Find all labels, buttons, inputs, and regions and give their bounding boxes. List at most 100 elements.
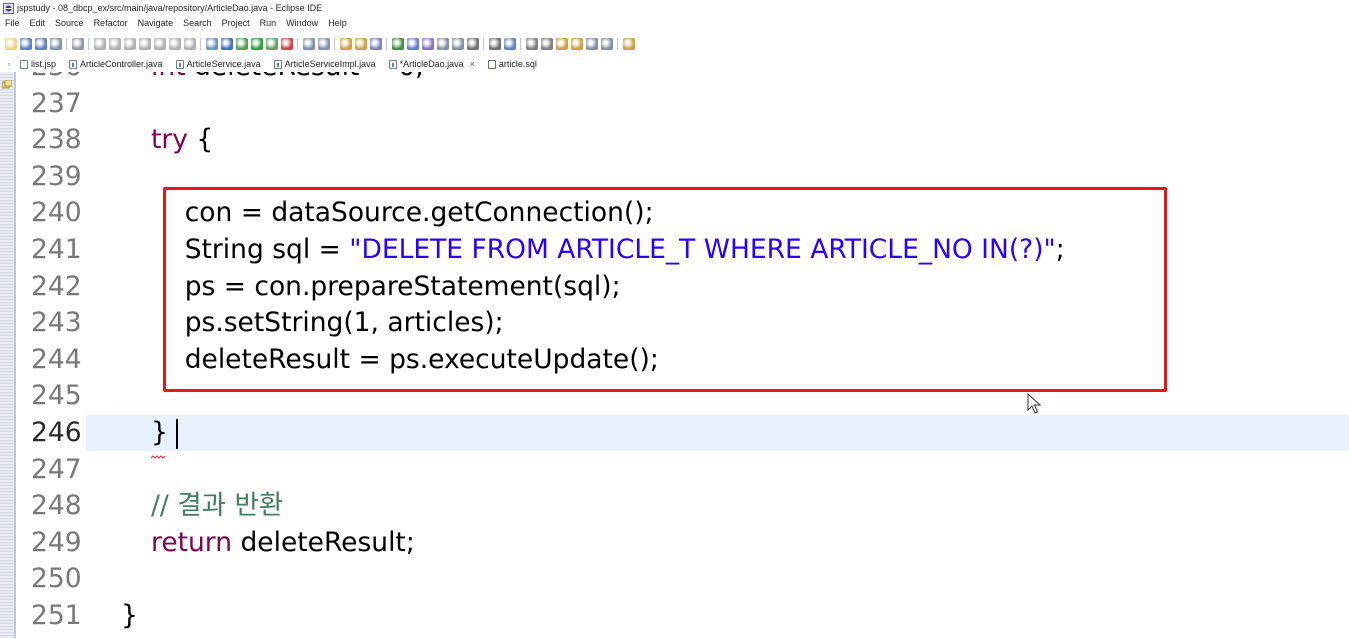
overview-ruler[interactable] (0, 72, 14, 638)
line-number: 249 (31, 526, 82, 558)
highlight-box (163, 187, 1167, 392)
code-line[interactable]: 250 (16, 561, 1349, 597)
code-token: } (151, 417, 168, 448)
tab-list-jsp[interactable]: list.jsp (15, 56, 64, 72)
menu-refactor[interactable]: Refactor (89, 18, 133, 28)
menu-run[interactable]: Run (255, 18, 282, 28)
menu-edit[interactable]: Edit (25, 18, 51, 28)
menu-window[interactable]: Window (281, 18, 323, 28)
toolbar-button-icon-31[interactable] (503, 37, 516, 50)
toolbar-button-icon-26[interactable] (421, 37, 434, 50)
keyword-token: int (151, 72, 186, 82)
tab-articleserviceimpl-java[interactable]: ArticleServiceImpl.java (269, 56, 384, 72)
toolbar-button-icon-4[interactable] (49, 37, 62, 50)
toolbar-button-icon-14[interactable] (220, 37, 233, 50)
line-number: 246 (31, 417, 82, 448)
line-number: 240 (31, 197, 82, 229)
code-line[interactable]: 249 return deleteResult; (16, 525, 1349, 561)
toolbar-button-icon-37[interactable] (600, 37, 613, 50)
menu-project[interactable]: Project (217, 18, 255, 28)
menu-navigate[interactable]: Navigate (133, 18, 179, 28)
java-file-icon (273, 59, 282, 69)
line-number: 243 (31, 307, 82, 339)
code-line[interactable]: 251} (16, 598, 1349, 634)
toolbar-button-icon-25[interactable] (406, 37, 419, 50)
toolbar-button-icon-10[interactable] (153, 37, 166, 50)
tab-articlecontroller-java[interactable]: ArticleController.java (64, 56, 171, 72)
code-line[interactable]: 246} (16, 415, 1349, 451)
toolbar-separator (88, 37, 89, 50)
line-number: 242 (31, 270, 82, 302)
tab-articledao-java[interactable]: *ArticleDao.java × (383, 56, 483, 72)
toolbar-button-icon-20[interactable] (317, 37, 330, 50)
pin-icon[interactable]: ▫ (3, 60, 15, 69)
toolbar-button-icon-15[interactable] (235, 37, 248, 50)
toolbar-button-icon-34[interactable] (555, 37, 568, 50)
toolbar-button-icon-19[interactable] (302, 37, 315, 50)
toolbar-button-icon-6[interactable] (93, 37, 106, 50)
code-token: } (121, 600, 138, 631)
code-line[interactable]: 248 // 결과 반환 (16, 488, 1349, 524)
toolbar-button-icon-30[interactable] (488, 37, 501, 50)
code-line[interactable]: 237 (16, 86, 1349, 122)
toolbar-button-icon-36[interactable] (585, 37, 598, 50)
toolbar-button-icon-21[interactable] (339, 37, 352, 50)
line-number: 245 (31, 380, 82, 412)
tab-label: article.sql (498, 59, 537, 69)
eclipse-app-icon (2, 2, 14, 14)
tab-label: ArticleController.java (80, 59, 163, 69)
menu-file[interactable]: File (0, 18, 25, 28)
toolbar-button-icon-12[interactable] (183, 37, 196, 50)
code-text: } (121, 598, 138, 634)
code-line[interactable]: 236 int deleteResult = 0; (16, 72, 1349, 85)
toolbar-button-icon-11[interactable] (168, 37, 181, 50)
folding-icon[interactable] (1, 74, 13, 89)
toolbar-button-icon-27[interactable] (436, 37, 449, 50)
toolbar-button-icon-18[interactable] (280, 37, 293, 50)
tab-article-sql[interactable]: article.sql (483, 56, 545, 72)
code-line[interactable]: 238 try { (16, 122, 1349, 158)
close-icon[interactable]: × (470, 59, 475, 69)
toolbar-button-icon-3[interactable] (34, 37, 47, 50)
toolbar-separator (334, 37, 335, 50)
tab-articleservice-java[interactable]: ArticleService.java (171, 56, 269, 72)
toolbar-button-icon-33[interactable] (540, 37, 553, 50)
text-caret (175, 418, 178, 449)
menu-help[interactable]: Help (323, 18, 352, 28)
menu-source[interactable]: Source (50, 18, 89, 28)
keyword-token: return (151, 526, 233, 558)
keyword-token: try (151, 124, 188, 156)
toolbar-button-icon-9[interactable] (138, 37, 151, 50)
tab-label: ArticleServiceImpl.java (284, 59, 376, 69)
line-number: 250 (31, 563, 82, 595)
error-squiggle (151, 455, 165, 459)
toolbar-button-icon-1[interactable] (4, 37, 17, 50)
mouse-cursor-icon (1027, 393, 1042, 414)
code-text: int deleteResult = 0; (151, 72, 424, 85)
toolbar-button-icon-13[interactable] (205, 37, 218, 50)
line-number: 247 (31, 453, 82, 485)
toolbar-button-icon-29[interactable] (466, 37, 479, 50)
toolbar-button-icon-5[interactable] (71, 37, 84, 50)
toolbar-button-icon-23[interactable] (369, 37, 382, 50)
code-text: try { (151, 122, 213, 158)
toolbar-button-icon-24[interactable] (391, 37, 404, 50)
toolbar-button-icon-2[interactable] (19, 37, 32, 50)
toolbar-button-icon-17[interactable] (265, 37, 278, 50)
toolbar-button-icon-28[interactable] (451, 37, 464, 50)
toolbar-button-icon-16[interactable] (250, 37, 263, 50)
toolbar-button-icon-32[interactable] (525, 37, 538, 50)
comment-token: // 결과 반환 (151, 490, 284, 522)
toolbar-separator (386, 37, 387, 50)
toolbar-button-icon-38[interactable] (622, 37, 635, 50)
code-line[interactable]: 247 (16, 452, 1349, 488)
line-number: 244 (31, 343, 82, 375)
toolbar-button-icon-22[interactable] (354, 37, 367, 50)
toolbar-button-icon-35[interactable] (570, 37, 583, 50)
code-token: deleteResult; (232, 526, 415, 558)
toolbar-button-icon-8[interactable] (123, 37, 136, 50)
toolbar-separator (483, 37, 484, 50)
code-token: { (187, 124, 214, 156)
toolbar-button-icon-7[interactable] (108, 37, 121, 50)
menu-search[interactable]: Search (178, 18, 217, 28)
